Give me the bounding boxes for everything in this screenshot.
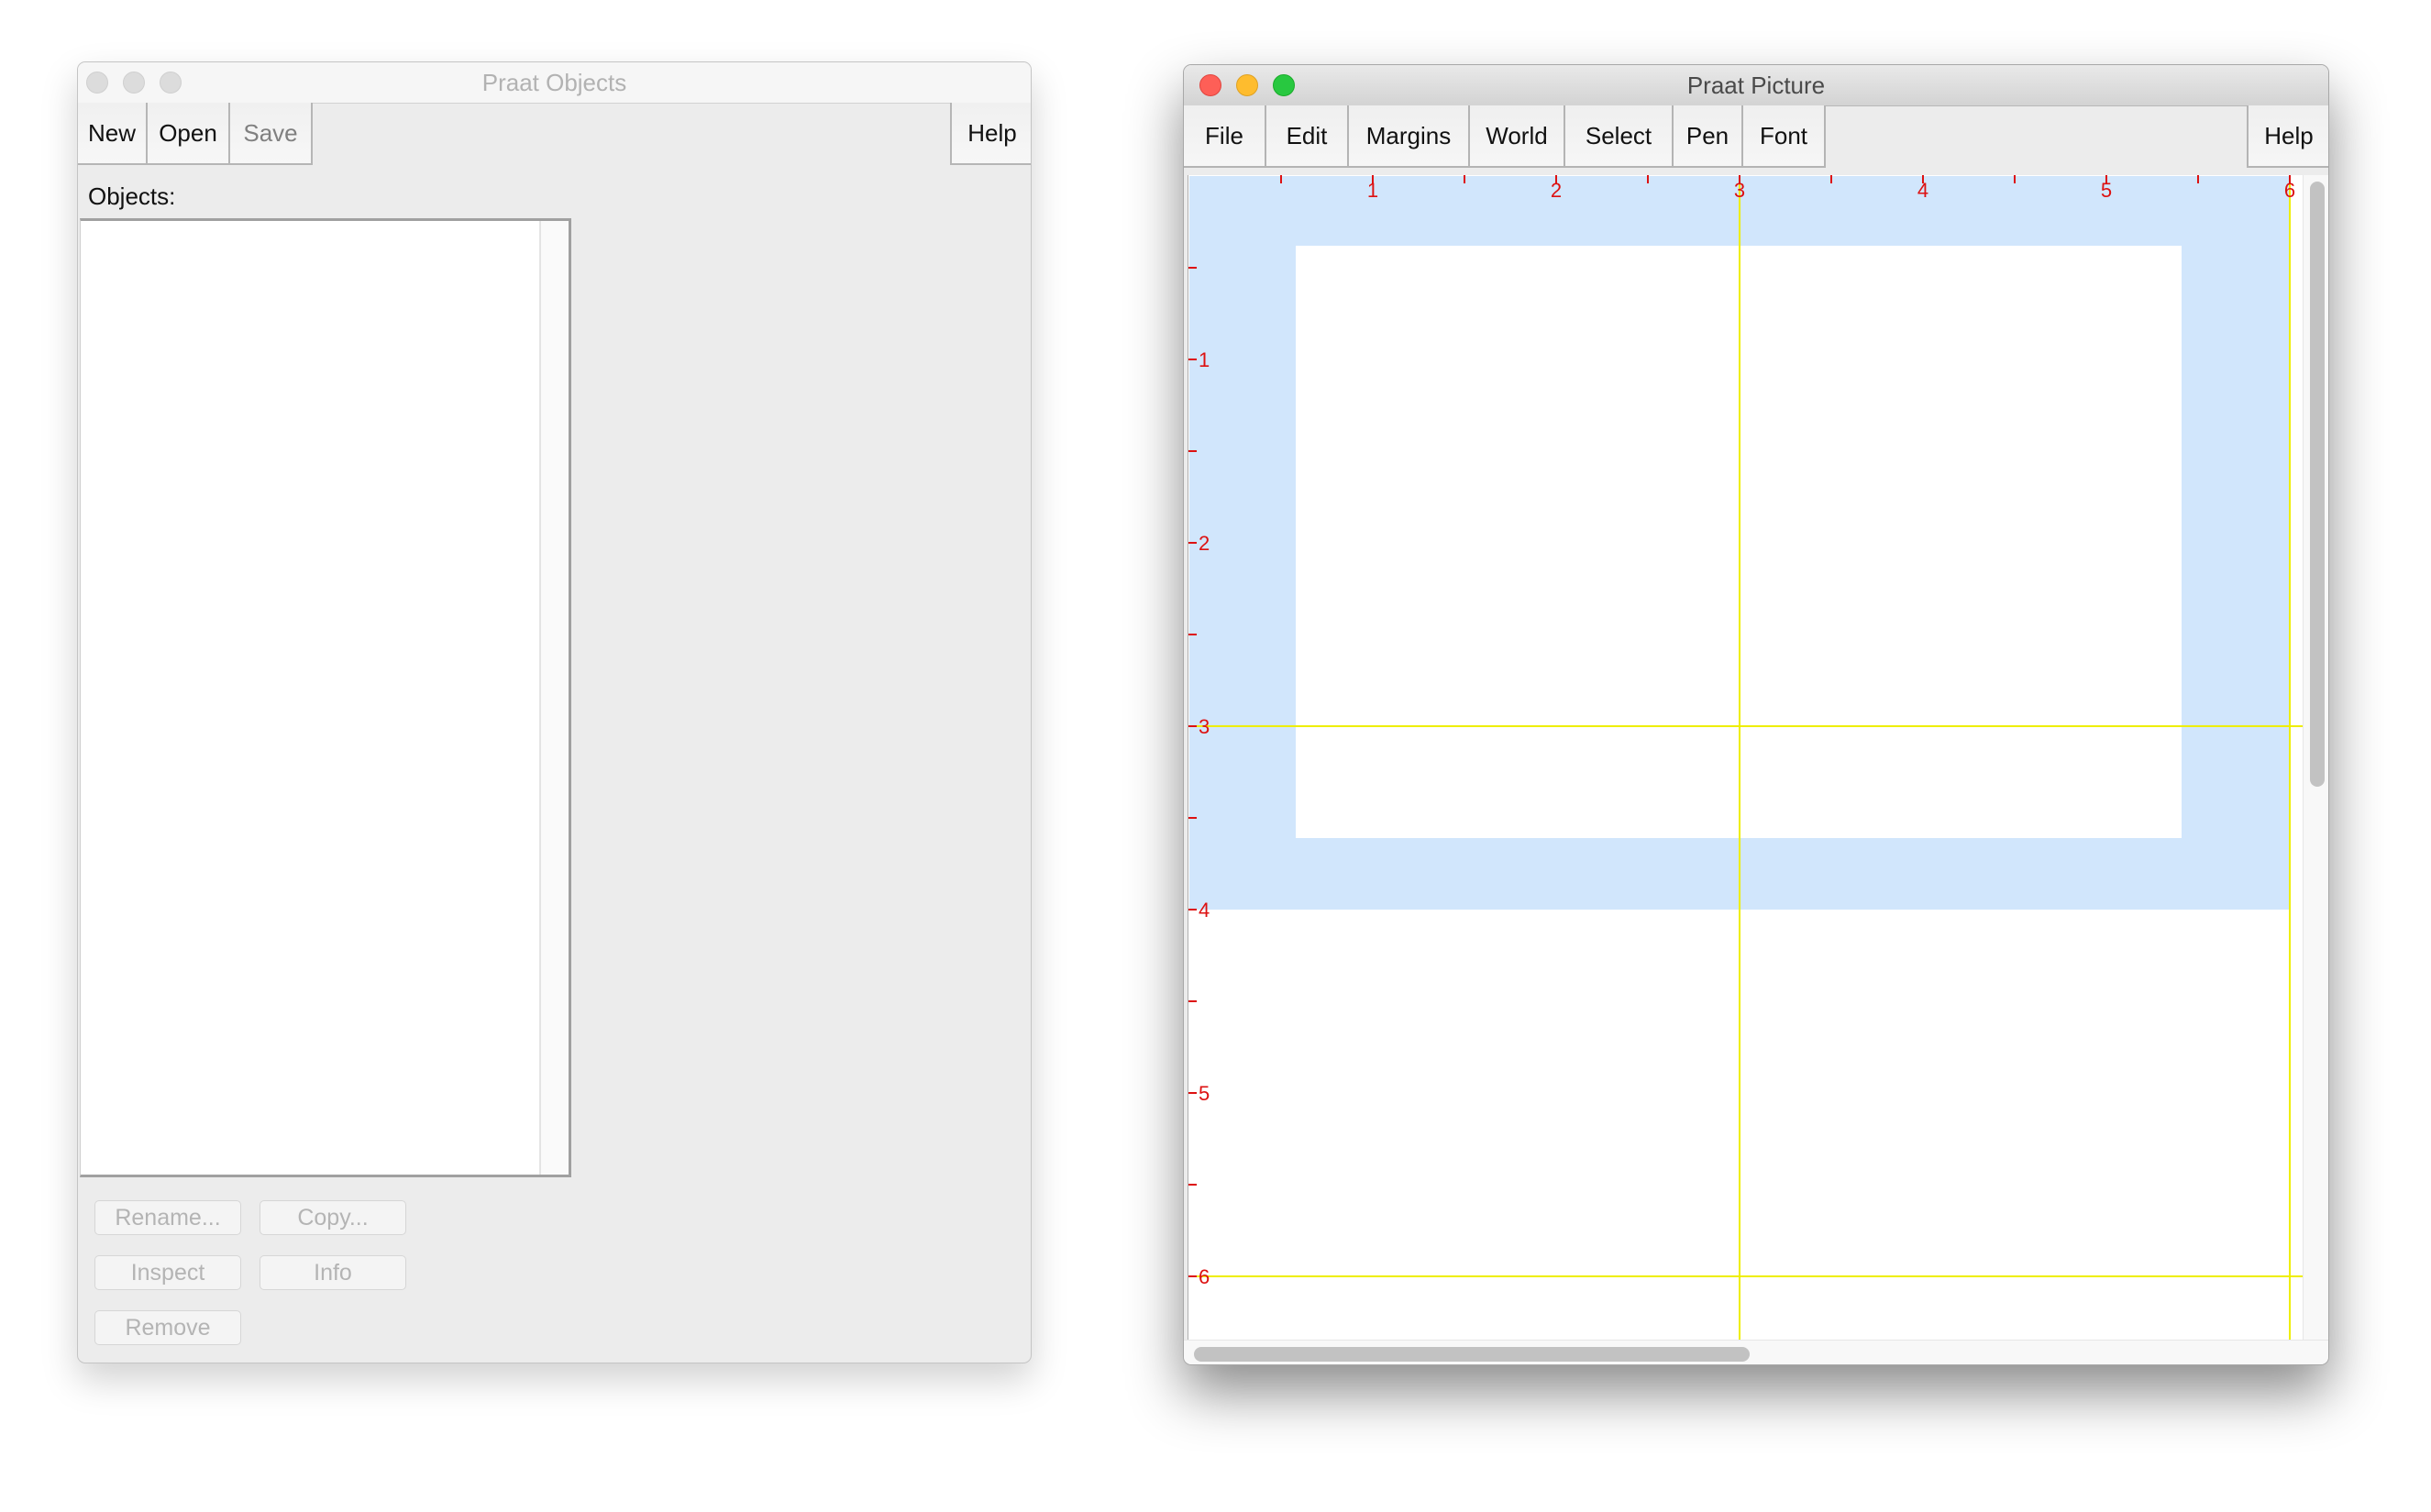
objects-list-scrollbar[interactable] <box>539 221 569 1175</box>
vertical-scrollbar[interactable] <box>2303 175 2328 1340</box>
world-menu[interactable]: World <box>1470 105 1565 168</box>
minimize-window-button[interactable] <box>1236 74 1258 96</box>
ruler-label-top: 4 <box>1917 179 1928 202</box>
inspect-button[interactable]: Inspect <box>94 1255 241 1290</box>
window-title: Praat Picture <box>1686 72 1826 99</box>
pen-menu[interactable]: Pen <box>1674 105 1743 168</box>
font-menu[interactable]: Font <box>1743 105 1826 168</box>
help-menu-button[interactable]: Help <box>950 103 1031 165</box>
horizontal-scrollbar-thumb[interactable] <box>1194 1347 1750 1362</box>
zoom-window-button[interactable] <box>160 72 182 94</box>
ruler-label-top: 6 <box>2284 179 2295 202</box>
praat-objects-window: Praat Objects New Open Save Help Objects… <box>77 61 1032 1363</box>
info-button[interactable]: Info <box>260 1255 406 1290</box>
ruler-label-left: 1 <box>1199 348 1210 371</box>
close-window-button[interactable] <box>1199 74 1221 96</box>
select-menu[interactable]: Select <box>1565 105 1674 168</box>
zoom-window-button[interactable] <box>1273 74 1295 96</box>
ruler-label-left: 2 <box>1199 532 1210 555</box>
new-menu-button[interactable]: New <box>78 103 148 165</box>
objects-list-label: Objects: <box>88 182 176 210</box>
copy-button[interactable]: Copy... <box>260 1200 406 1235</box>
ruler-label-top: 3 <box>1734 179 1745 202</box>
remove-button[interactable]: Remove <box>94 1310 241 1345</box>
picture-titlebar[interactable]: Praat Picture <box>1184 65 2328 106</box>
edit-menu[interactable]: Edit <box>1266 105 1349 168</box>
ruler-label-left: 3 <box>1199 715 1210 738</box>
save-menu-button[interactable]: Save <box>230 103 313 165</box>
objects-list[interactable] <box>80 218 571 1177</box>
horizontal-scrollbar[interactable] <box>1184 1340 2328 1364</box>
help-menu[interactable]: Help <box>2247 105 2328 168</box>
picture-canvas[interactable]: 1 2 3 4 5 6 1 2 3 4 5 6 <box>1188 175 2304 1340</box>
ruler-label-top: 5 <box>2101 179 2112 202</box>
praat-picture-window: Praat Picture File Edit Margins World Se… <box>1183 64 2329 1365</box>
vertical-scrollbar-thumb[interactable] <box>2310 182 2325 787</box>
ruler-label-left: 6 <box>1199 1265 1210 1288</box>
ruler-label-left: 4 <box>1199 899 1210 922</box>
rename-button[interactable]: Rename... <box>94 1200 241 1235</box>
picture-drawing[interactable]: 1 2 3 4 5 6 1 2 3 4 5 6 <box>1188 175 2304 1340</box>
close-window-button[interactable] <box>86 72 108 94</box>
ruler-label-top: 2 <box>1551 179 1562 202</box>
objects-titlebar[interactable]: Praat Objects <box>78 62 1031 104</box>
ruler-label-top: 1 <box>1367 179 1378 202</box>
ruler-label-left: 5 <box>1199 1082 1210 1105</box>
open-menu-button[interactable]: Open <box>148 103 230 165</box>
file-menu[interactable]: File <box>1184 105 1266 168</box>
margins-menu[interactable]: Margins <box>1349 105 1470 168</box>
minimize-window-button[interactable] <box>123 72 145 94</box>
window-title: Praat Objects <box>481 69 627 96</box>
